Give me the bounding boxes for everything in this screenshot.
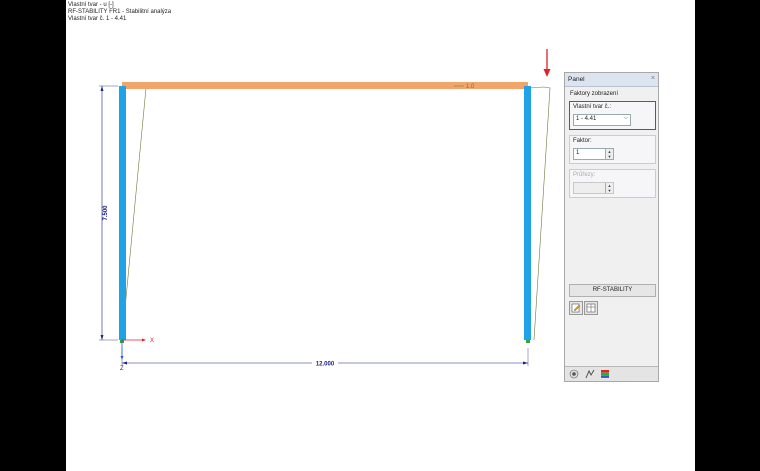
results-icon[interactable] xyxy=(585,369,595,379)
left-column xyxy=(119,86,126,340)
chevron-down-icon[interactable]: ⌵ xyxy=(623,115,628,122)
mode-shape-value: 1 - 4.41 xyxy=(576,116,597,122)
rf-stability-button[interactable]: RF-STABILITY xyxy=(569,284,656,297)
cross-sections-label: Průřezy: xyxy=(573,172,596,178)
panel-bottom-toolbar xyxy=(565,366,658,381)
step-down-icon: ▼ xyxy=(607,188,612,193)
mode-shape-label: Vlastní tvar č.: xyxy=(573,104,612,110)
display-panel[interactable]: Panel × Faktory zobrazení Vlastní tvar č… xyxy=(564,72,659,382)
edit-icon[interactable] xyxy=(569,301,583,315)
panel-title: Panel xyxy=(568,76,585,83)
red-arrow-icon xyxy=(543,49,551,77)
factor-label: Faktor: xyxy=(573,138,592,144)
step-down-icon[interactable]: ▼ xyxy=(606,154,613,159)
table-icon[interactable] xyxy=(584,301,598,315)
color-scale-icon[interactable] xyxy=(600,369,610,379)
factor-group: Faktor: 1 ▲ ▼ xyxy=(569,135,656,164)
factor-stepper[interactable]: 1 ▲ ▼ xyxy=(573,148,614,160)
panel-title-bar[interactable]: Panel × xyxy=(565,73,658,87)
cross-sections-arrows: ▲ ▼ xyxy=(605,183,613,193)
cross-sections-group: Průřezy: ▲ ▼ xyxy=(569,169,656,198)
model-canvas[interactable]: Vlastní tvar - u [-] RF-STABILITY FR1 - … xyxy=(66,0,695,471)
mode-shape-select[interactable]: 1 - 4.41 ⌵ xyxy=(573,114,631,126)
factor-stepper-arrows[interactable]: ▲ ▼ xyxy=(605,149,613,159)
deformed-shape-line xyxy=(121,86,551,341)
mode-shape-group: Vlastní tvar č.: 1 - 4.41 ⌵ xyxy=(569,101,656,130)
right-support xyxy=(526,340,530,343)
horizontal-dimension-label: 12.000 xyxy=(316,362,335,368)
close-icon[interactable]: × xyxy=(651,75,655,82)
factor-value: 1 xyxy=(576,150,580,156)
right-column xyxy=(524,86,531,340)
vertical-dimension-label: 7.500 xyxy=(103,205,109,221)
x-axis-label: X xyxy=(150,338,154,344)
display-icon[interactable] xyxy=(569,369,579,379)
cross-sections-stepper: ▲ ▼ xyxy=(573,182,614,194)
display-factors-title: Faktory zobrazení xyxy=(570,91,619,97)
eigen-value-label: 1.0 xyxy=(466,84,475,90)
z-axis-label: Z xyxy=(120,366,124,372)
